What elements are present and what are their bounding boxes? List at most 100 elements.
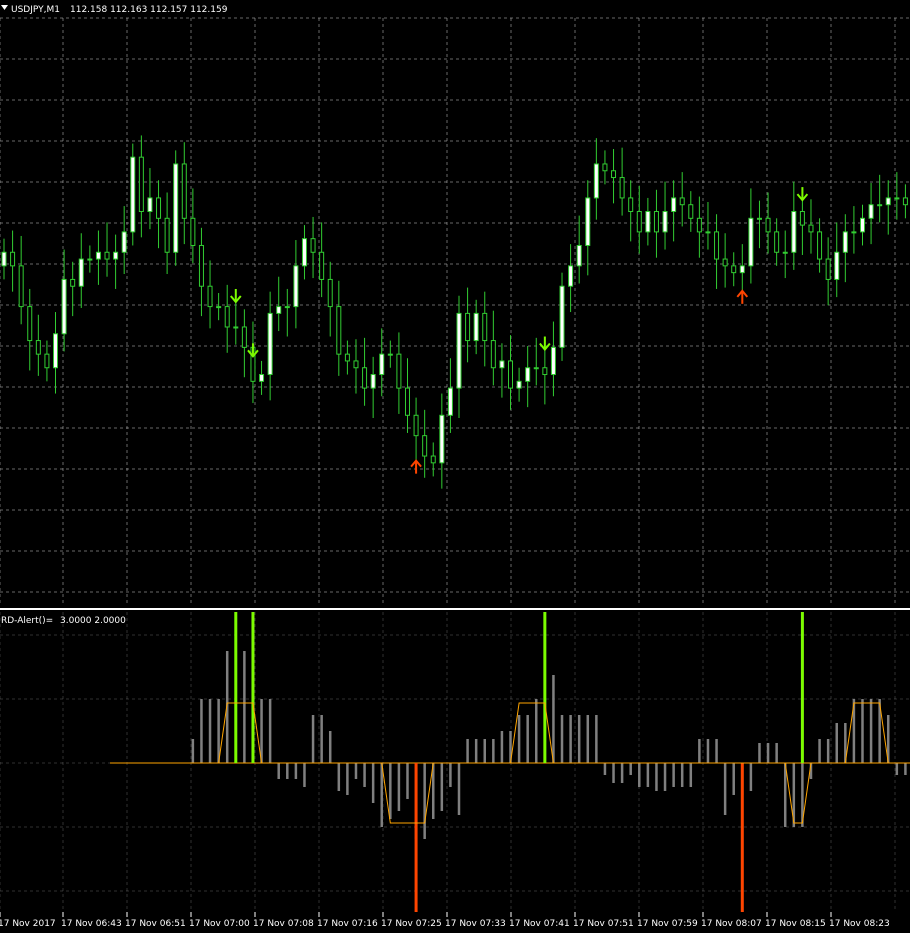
x-tick-label: 17 Nov 08:07 [701, 919, 762, 929]
candle-body [696, 217, 702, 233]
candle-body [216, 306, 222, 309]
candle-body [70, 278, 76, 287]
symbol-label: USDJPY,M1 [11, 5, 60, 15]
candle-body [44, 353, 50, 369]
candle-body [473, 312, 479, 342]
candle-body [276, 306, 282, 314]
indicator-header: RD-Alert()= 3.0000 2.0000 [1, 616, 126, 626]
candle-body [447, 387, 453, 416]
candle-body [138, 156, 144, 213]
candle-body [628, 197, 634, 213]
candle-body [173, 163, 179, 253]
candle-body [808, 224, 814, 233]
candle-body [207, 285, 213, 308]
candle-body [542, 367, 548, 376]
candle-body [576, 244, 582, 267]
candle-body [679, 197, 685, 206]
candle-body [379, 353, 385, 376]
candle-body [508, 360, 514, 389]
candle-body [198, 244, 204, 287]
candle-body [396, 353, 402, 389]
candle-body [27, 306, 33, 342]
candle-body [78, 258, 84, 287]
candle-body [653, 211, 659, 233]
candle-body [825, 258, 831, 280]
candle-body [233, 326, 239, 329]
candle-body [10, 251, 16, 267]
candle-body [490, 340, 496, 369]
candle-body [834, 251, 840, 280]
candle-body [190, 217, 196, 246]
candle-body [61, 278, 67, 335]
candle-body [791, 211, 797, 253]
candle-body [465, 312, 471, 342]
candle-body [533, 367, 539, 370]
candle-body [902, 197, 908, 206]
candle-body [456, 312, 462, 389]
x-tick-label: 17 Nov 2017 [0, 919, 56, 929]
x-tick-label: 17 Nov 07:25 [381, 919, 442, 929]
candle-body [868, 204, 874, 219]
candle-body [164, 217, 170, 253]
candle-body [756, 217, 762, 220]
candle-body [550, 346, 556, 376]
candle-body [104, 251, 110, 260]
candle-body [87, 258, 93, 261]
candle-body [362, 367, 368, 389]
x-tick-label: 17 Nov 07:00 [189, 919, 250, 929]
x-tick-label: 17 Nov 07:16 [317, 919, 378, 929]
candle-body [525, 367, 531, 382]
candle-body [619, 177, 625, 199]
candle-body [18, 265, 24, 308]
candle-body [35, 340, 41, 355]
ohlc-label: 112.158 112.163 112.157 112.159 [70, 5, 228, 15]
candle-body [799, 211, 805, 226]
candle-body [516, 380, 522, 389]
candle-body [859, 217, 865, 233]
candle [559, 272, 565, 361]
x-tick-label: 17 Nov 06:51 [125, 919, 186, 929]
candle-body [310, 238, 316, 253]
candle-body [817, 231, 823, 260]
candle-body [430, 455, 436, 464]
candle-body [387, 353, 393, 356]
candle-body [241, 326, 247, 348]
candle-body [851, 231, 857, 234]
x-tick-label: 17 Nov 07:08 [253, 919, 314, 929]
candle-body [568, 265, 574, 287]
candle-body [113, 251, 119, 260]
candle-body [602, 163, 608, 172]
chart-canvas: 17 Nov 2017 17 Nov 06:43 17 Nov 06:51 17 No… [0, 0, 910, 933]
header[interactable]: USDJPY,M1 112.158 112.163 112.157 112.15… [1, 5, 228, 15]
candle-body [611, 170, 617, 179]
candle-body [439, 414, 445, 464]
candle-body [894, 197, 900, 200]
candle-body [593, 163, 599, 199]
candle-body [293, 265, 299, 308]
x-tick-label: 17 Nov 08:23 [829, 919, 890, 929]
candle-body [422, 435, 428, 457]
candle-body [842, 231, 848, 253]
candle-body [53, 333, 59, 369]
candle-body [344, 353, 350, 362]
candle-body [885, 197, 891, 206]
candle-body [774, 231, 780, 253]
candle-body [224, 306, 230, 328]
candle-body [645, 211, 651, 233]
candle-body [636, 211, 642, 233]
candle-body [482, 312, 488, 342]
candle-body [722, 258, 728, 267]
indicator-values: 3.0000 2.0000 [60, 616, 126, 626]
candle-body [130, 156, 136, 233]
x-tick-label: 17 Nov 08:15 [765, 919, 826, 929]
candle-body [499, 360, 505, 369]
candle-body [353, 360, 359, 369]
candle-body [714, 231, 720, 260]
chart-background [0, 0, 910, 933]
candle-body [259, 374, 265, 382]
candle-body [319, 251, 325, 280]
candle-body [765, 217, 771, 233]
candle-body [748, 217, 754, 267]
indicator-name: RD-Alert()= [1, 616, 53, 626]
candle [173, 150, 179, 266]
